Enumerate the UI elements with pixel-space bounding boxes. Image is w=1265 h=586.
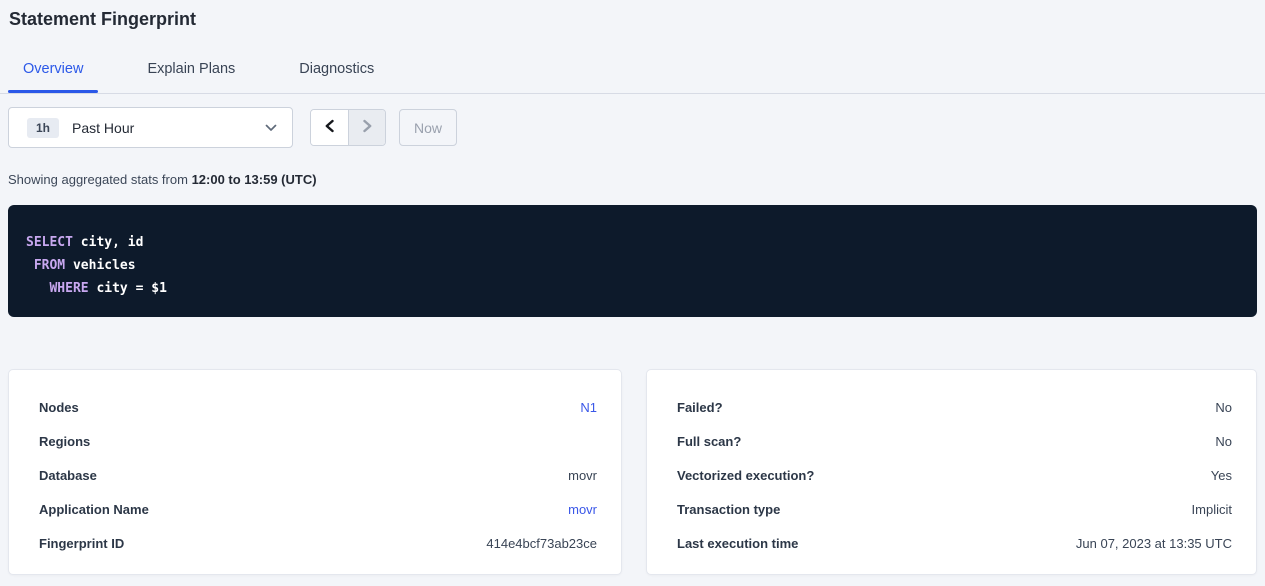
transaction-type-value: Implicit bbox=[1192, 502, 1232, 517]
time-controls: 1h Past Hour Now bbox=[8, 107, 457, 148]
last-execution-time-value: Jun 07, 2023 at 13:35 UTC bbox=[1076, 536, 1232, 551]
vectorized-execution-row: Vectorized execution? Yes bbox=[677, 458, 1232, 492]
chevron-left-icon bbox=[324, 119, 335, 136]
failed-value: No bbox=[1215, 400, 1232, 415]
fingerprint-id-row: Fingerprint ID 414e4bcf73ab23ce bbox=[39, 526, 597, 560]
sql-keyword: WHERE bbox=[26, 281, 89, 296]
failed-row: Failed? No bbox=[677, 390, 1232, 424]
time-range-dropdown[interactable]: 1h Past Hour bbox=[8, 107, 293, 148]
tab-overview[interactable]: Overview bbox=[8, 57, 98, 93]
nodes-link[interactable]: N1 bbox=[580, 400, 597, 415]
fingerprint-id-label: Fingerprint ID bbox=[39, 536, 124, 551]
aggregated-stats-line: Showing aggregated stats from 12:00 to 1… bbox=[8, 172, 317, 187]
page-title: Statement Fingerprint bbox=[9, 9, 196, 30]
execution-attributes-card: Failed? No Full scan? No Vectorized exec… bbox=[646, 369, 1257, 575]
transaction-type-label: Transaction type bbox=[677, 502, 780, 517]
statement-fingerprint-page: Statement Fingerprint Overview Explain P… bbox=[0, 0, 1265, 586]
application-name-label: Application Name bbox=[39, 502, 149, 517]
fingerprint-id-value: 414e4bcf73ab23ce bbox=[486, 536, 597, 551]
database-value: movr bbox=[568, 468, 597, 483]
vectorized-execution-value: Yes bbox=[1211, 468, 1232, 483]
statement-details-card: Nodes N1 Regions Database movr Applicati… bbox=[8, 369, 622, 575]
time-interval-badge: 1h bbox=[27, 118, 59, 138]
sql-line: WHERE city = $1 bbox=[26, 277, 1239, 300]
sql-text: vehicles bbox=[65, 258, 135, 273]
active-tab-indicator bbox=[8, 90, 98, 93]
tab-bar: Overview Explain Plans Diagnostics bbox=[0, 57, 1265, 94]
database-row: Database movr bbox=[39, 458, 597, 492]
sql-text: city, id bbox=[73, 235, 143, 250]
sql-line: FROM vehicles bbox=[26, 254, 1239, 277]
chevron-right-icon bbox=[362, 119, 373, 136]
application-name-link[interactable]: movr bbox=[568, 502, 597, 517]
chevron-down-icon bbox=[265, 124, 277, 132]
now-button[interactable]: Now bbox=[399, 109, 457, 146]
application-name-row: Application Name movr bbox=[39, 492, 597, 526]
full-scan-value: No bbox=[1215, 434, 1232, 449]
sql-statement-box: SELECT city, id FROM vehicles WHERE city… bbox=[8, 205, 1257, 317]
vectorized-execution-label: Vectorized execution? bbox=[677, 468, 814, 483]
time-nav-buttons bbox=[310, 109, 386, 146]
sql-keyword: FROM bbox=[26, 258, 65, 273]
full-scan-label: Full scan? bbox=[677, 434, 741, 449]
last-execution-time-row: Last execution time Jun 07, 2023 at 13:3… bbox=[677, 526, 1232, 560]
tab-diagnostics-label: Diagnostics bbox=[299, 61, 374, 77]
full-scan-row: Full scan? No bbox=[677, 424, 1232, 458]
sql-keyword: SELECT bbox=[26, 235, 73, 250]
stats-prefix: Showing aggregated stats from bbox=[8, 172, 192, 187]
prev-time-button[interactable] bbox=[311, 110, 348, 145]
sql-text: city = $1 bbox=[89, 281, 167, 296]
sql-line: SELECT city, id bbox=[26, 231, 1239, 254]
nodes-row: Nodes N1 bbox=[39, 390, 597, 424]
tab-explain-plans-label: Explain Plans bbox=[147, 61, 235, 77]
regions-row: Regions bbox=[39, 424, 597, 458]
last-execution-time-label: Last execution time bbox=[677, 536, 798, 551]
database-label: Database bbox=[39, 468, 97, 483]
nodes-label: Nodes bbox=[39, 400, 79, 415]
stats-time-range: 12:00 to 13:59 (UTC) bbox=[192, 172, 317, 187]
time-range-label: Past Hour bbox=[72, 120, 134, 136]
tab-diagnostics[interactable]: Diagnostics bbox=[284, 57, 389, 93]
tab-overview-label: Overview bbox=[23, 61, 83, 77]
transaction-type-row: Transaction type Implicit bbox=[677, 492, 1232, 526]
tab-explain-plans[interactable]: Explain Plans bbox=[132, 57, 250, 93]
failed-label: Failed? bbox=[677, 400, 723, 415]
regions-label: Regions bbox=[39, 434, 90, 449]
next-time-button[interactable] bbox=[348, 110, 385, 145]
